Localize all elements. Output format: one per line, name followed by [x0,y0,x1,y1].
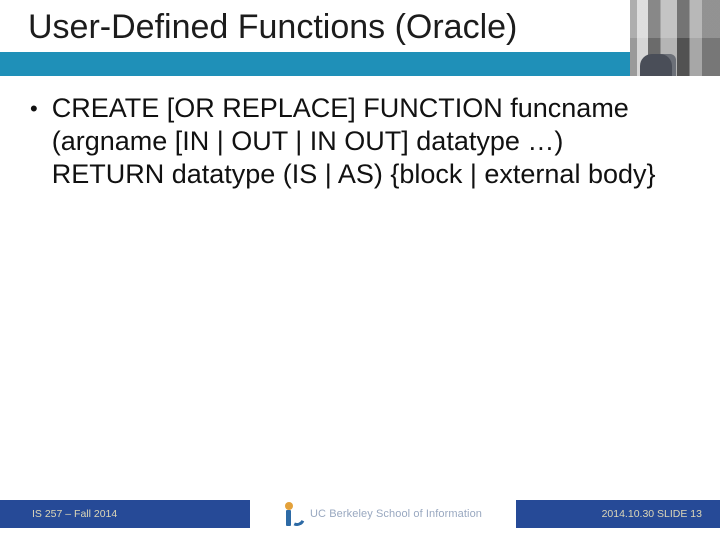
title-band [0,52,720,76]
bullet-text: CREATE [OR REPLACE] FUNCTION funcname (a… [52,92,680,191]
slide-title: User-Defined Functions (Oracle) [28,8,620,47]
slide-body: • CREATE [OR REPLACE] FUNCTION funcname … [30,92,680,191]
course-label: IS 257 – Fall 2014 [32,508,117,520]
footer-left: IS 257 – Fall 2014 [0,500,250,528]
slide-number-label: 2014.10.30 SLIDE 13 [602,508,702,520]
ischool-name: UC Berkeley School of Information [310,508,482,520]
header-photo [630,0,720,76]
footer: IS 257 – Fall 2014 UC Berkeley School of… [0,500,720,528]
bullet-marker: • [30,92,38,125]
slide: User-Defined Functions (Oracle) • CREATE… [0,0,720,540]
footer-center: UC Berkeley School of Information [250,500,516,528]
bullet-item: • CREATE [OR REPLACE] FUNCTION funcname … [30,92,680,191]
footer-right: 2014.10.30 SLIDE 13 [516,500,720,528]
ischool-logo-icon [284,502,302,526]
